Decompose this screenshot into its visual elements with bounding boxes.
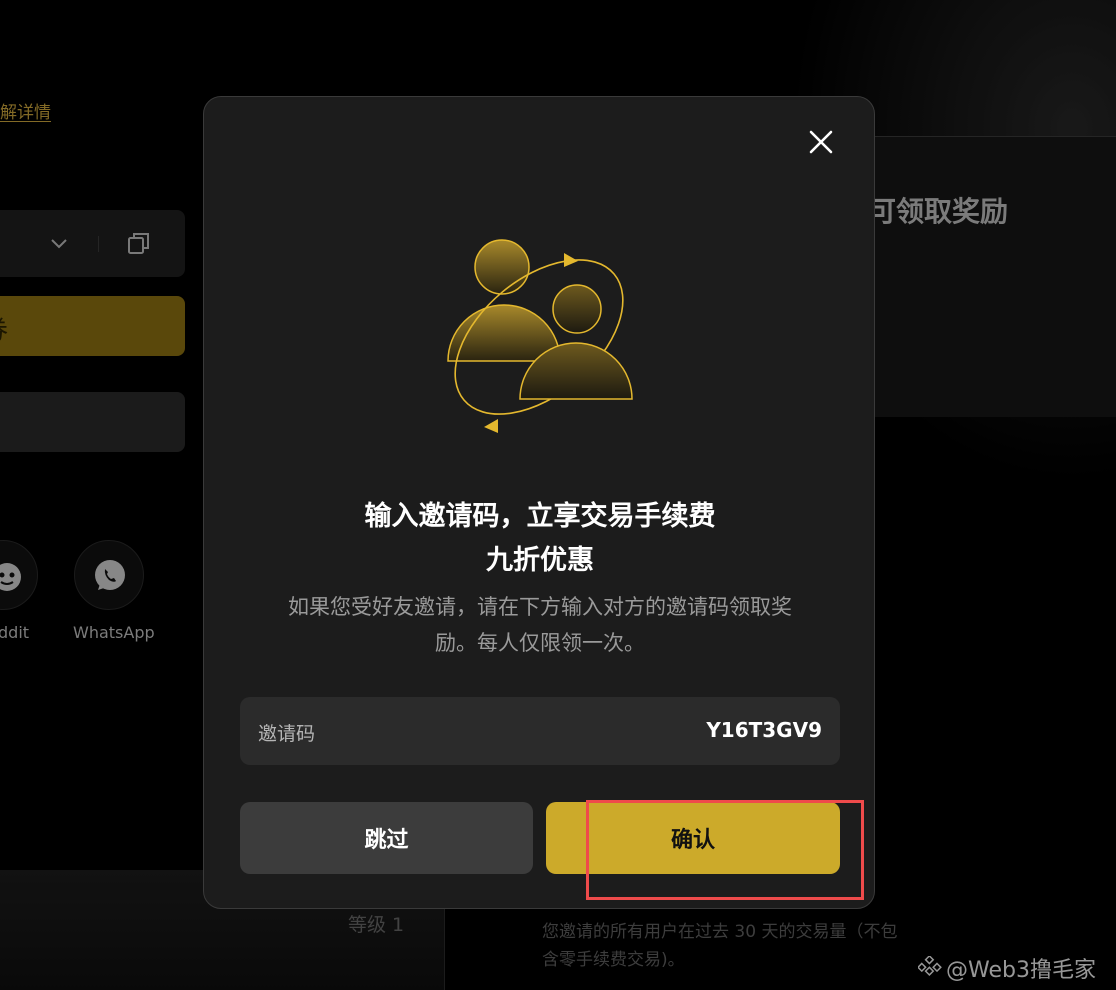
close-icon[interactable]: [804, 125, 838, 159]
invite-code-value[interactable]: Y16T3GV9: [706, 718, 822, 742]
invite-code-modal: 输入邀请码，立享交易手续费 九折优惠 如果您受好友邀请，请在下方输入对方的邀请码…: [203, 96, 875, 909]
invite-code-field[interactable]: 邀请码 Y16T3GV9: [240, 697, 840, 765]
modal-description-line2: 励。每人仅限领一次。: [435, 631, 645, 655]
modal-title: 输入邀请码，立享交易手续费 九折优惠: [204, 495, 876, 583]
confirm-highlight-annotation: [586, 800, 864, 900]
invite-code-label: 邀请码: [258, 723, 316, 745]
modal-title-line2: 九折优惠: [486, 545, 594, 576]
modal-title-line1: 输入邀请码，立享交易手续费: [364, 501, 716, 532]
skip-button[interactable]: 跳过: [240, 802, 533, 874]
modal-description: 如果您受好友邀请，请在下方输入对方的邀请码领取奖 励。每人仅限领一次。: [244, 589, 836, 661]
invite-friends-illustration: [447, 239, 633, 433]
modal-description-line1: 如果您受好友邀请，请在下方输入对方的邀请码领取奖: [288, 595, 792, 619]
